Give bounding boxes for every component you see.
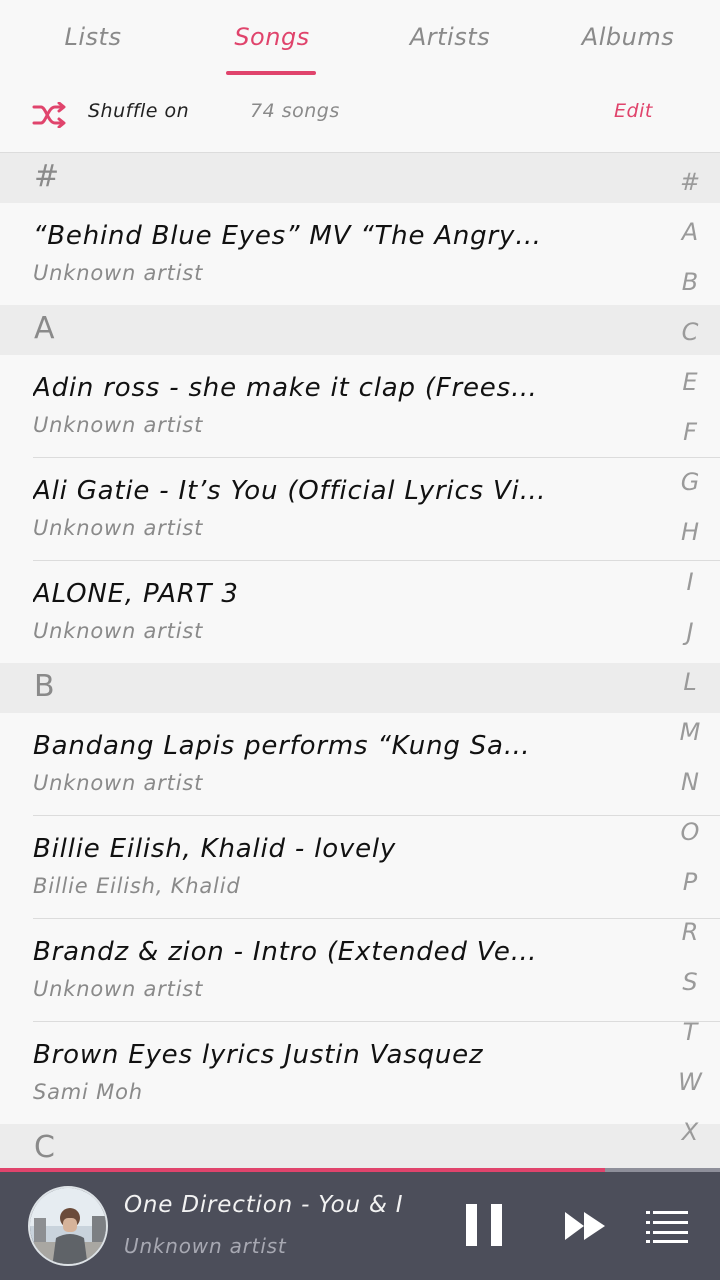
song-artist: Unknown artist <box>33 261 204 285</box>
pause-icon[interactable] <box>462 1202 506 1248</box>
alphabet-index[interactable]: # A B C E F G H I J L M N O P R S T W X <box>660 158 720 1158</box>
shuffle-icon[interactable] <box>32 102 68 128</box>
index-letter[interactable]: J <box>660 618 720 646</box>
tab-songs[interactable]: Songs <box>207 20 337 60</box>
song-artist: Unknown artist <box>33 413 204 437</box>
index-letter[interactable]: # <box>660 168 720 196</box>
song-title: Brown Eyes lyrics Justin Vasquez <box>33 1040 484 1070</box>
song-artist: Unknown artist <box>33 977 204 1001</box>
album-art-image <box>30 1188 106 1264</box>
shuffle-label[interactable]: Shuffle on <box>88 100 189 122</box>
now-playing-artist: Unknown artist <box>124 1234 287 1258</box>
index-letter[interactable]: L <box>660 668 720 696</box>
song-artist: Unknown artist <box>33 771 204 795</box>
song-row[interactable]: Ali Gatie - It’s You (Official Lyrics Vi… <box>0 458 720 561</box>
index-letter[interactable]: N <box>660 768 720 796</box>
song-row[interactable]: Bandang Lapis performs “Kung Sa… Unknown… <box>0 713 720 816</box>
shuffle-bar: Shuffle on 74 songs Edit <box>0 80 720 153</box>
active-tab-indicator <box>226 71 316 75</box>
index-letter[interactable]: B <box>660 268 720 296</box>
index-letter[interactable]: X <box>660 1118 720 1146</box>
index-letter[interactable]: I <box>660 568 720 596</box>
tab-albums[interactable]: Albums <box>563 20 693 60</box>
index-letter[interactable]: R <box>660 918 720 946</box>
song-title: ALONE, PART 3 <box>33 579 239 609</box>
index-letter[interactable]: M <box>660 718 720 746</box>
index-letter[interactable]: O <box>660 818 720 846</box>
index-letter[interactable]: C <box>660 318 720 346</box>
song-artist: Unknown artist <box>33 516 204 540</box>
song-row[interactable]: “Behind Blue Eyes” MV “The Angry… Unknow… <box>0 203 720 306</box>
album-art[interactable] <box>28 1186 108 1266</box>
song-count: 74 songs <box>250 100 340 122</box>
tab-artists[interactable]: Artists <box>385 20 515 60</box>
section-header-c: C <box>0 1124 720 1168</box>
index-letter[interactable]: A <box>660 218 720 246</box>
song-list: # “Behind Blue Eyes” MV “The Angry… Unkn… <box>0 153 720 1168</box>
song-artist: Billie Eilish, Khalid <box>33 874 241 898</box>
index-letter[interactable]: W <box>660 1068 720 1096</box>
index-letter[interactable]: E <box>660 368 720 396</box>
index-letter[interactable]: G <box>660 468 720 496</box>
song-title: Brandz & zion - Intro (Extended Ve… <box>33 937 538 967</box>
song-title: Adin ross - she make it clap (Frees… <box>33 373 538 403</box>
queue-icon[interactable] <box>644 1208 690 1244</box>
song-row[interactable]: Billie Eilish, Khalid - lovely Billie Ei… <box>0 816 720 919</box>
section-header-hash: # <box>0 153 720 203</box>
section-letter: C <box>34 1130 55 1165</box>
next-icon[interactable] <box>562 1208 608 1244</box>
section-letter: # <box>34 159 60 194</box>
index-letter[interactable]: P <box>660 868 720 896</box>
song-row[interactable]: Adin ross - she make it clap (Frees… Unk… <box>0 355 720 458</box>
index-letter[interactable]: T <box>660 1018 720 1046</box>
song-row[interactable]: Brandz & zion - Intro (Extended Ve… Unkn… <box>0 919 720 1022</box>
song-artist: Unknown artist <box>33 619 204 643</box>
index-letter[interactable]: F <box>660 418 720 446</box>
song-title: Billie Eilish, Khalid - lovely <box>33 834 397 864</box>
section-header-a: A <box>0 305 720 355</box>
index-letter[interactable]: H <box>660 518 720 546</box>
song-title: Ali Gatie - It’s You (Official Lyrics Vi… <box>33 476 547 506</box>
mini-player[interactable]: One Direction - You & I Unknown artist <box>0 1172 720 1280</box>
song-title: “Behind Blue Eyes” MV “The Angry… <box>33 221 542 251</box>
tab-bar: Lists Songs Artists Albums <box>0 0 720 80</box>
section-letter: B <box>34 669 55 704</box>
song-row[interactable]: Brown Eyes lyrics Justin Vasquez Sami Mo… <box>0 1022 720 1125</box>
song-artist: Sami Moh <box>33 1080 143 1104</box>
section-letter: A <box>34 311 55 346</box>
now-playing-title[interactable]: One Direction - You & I <box>124 1192 403 1218</box>
index-letter[interactable]: S <box>660 968 720 996</box>
tab-lists[interactable]: Lists <box>28 20 158 60</box>
section-header-b: B <box>0 663 720 713</box>
song-row[interactable]: ALONE, PART 3 Unknown artist <box>0 561 720 664</box>
edit-button[interactable]: Edit <box>614 100 653 122</box>
song-title: Bandang Lapis performs “Kung Sa… <box>33 731 531 761</box>
